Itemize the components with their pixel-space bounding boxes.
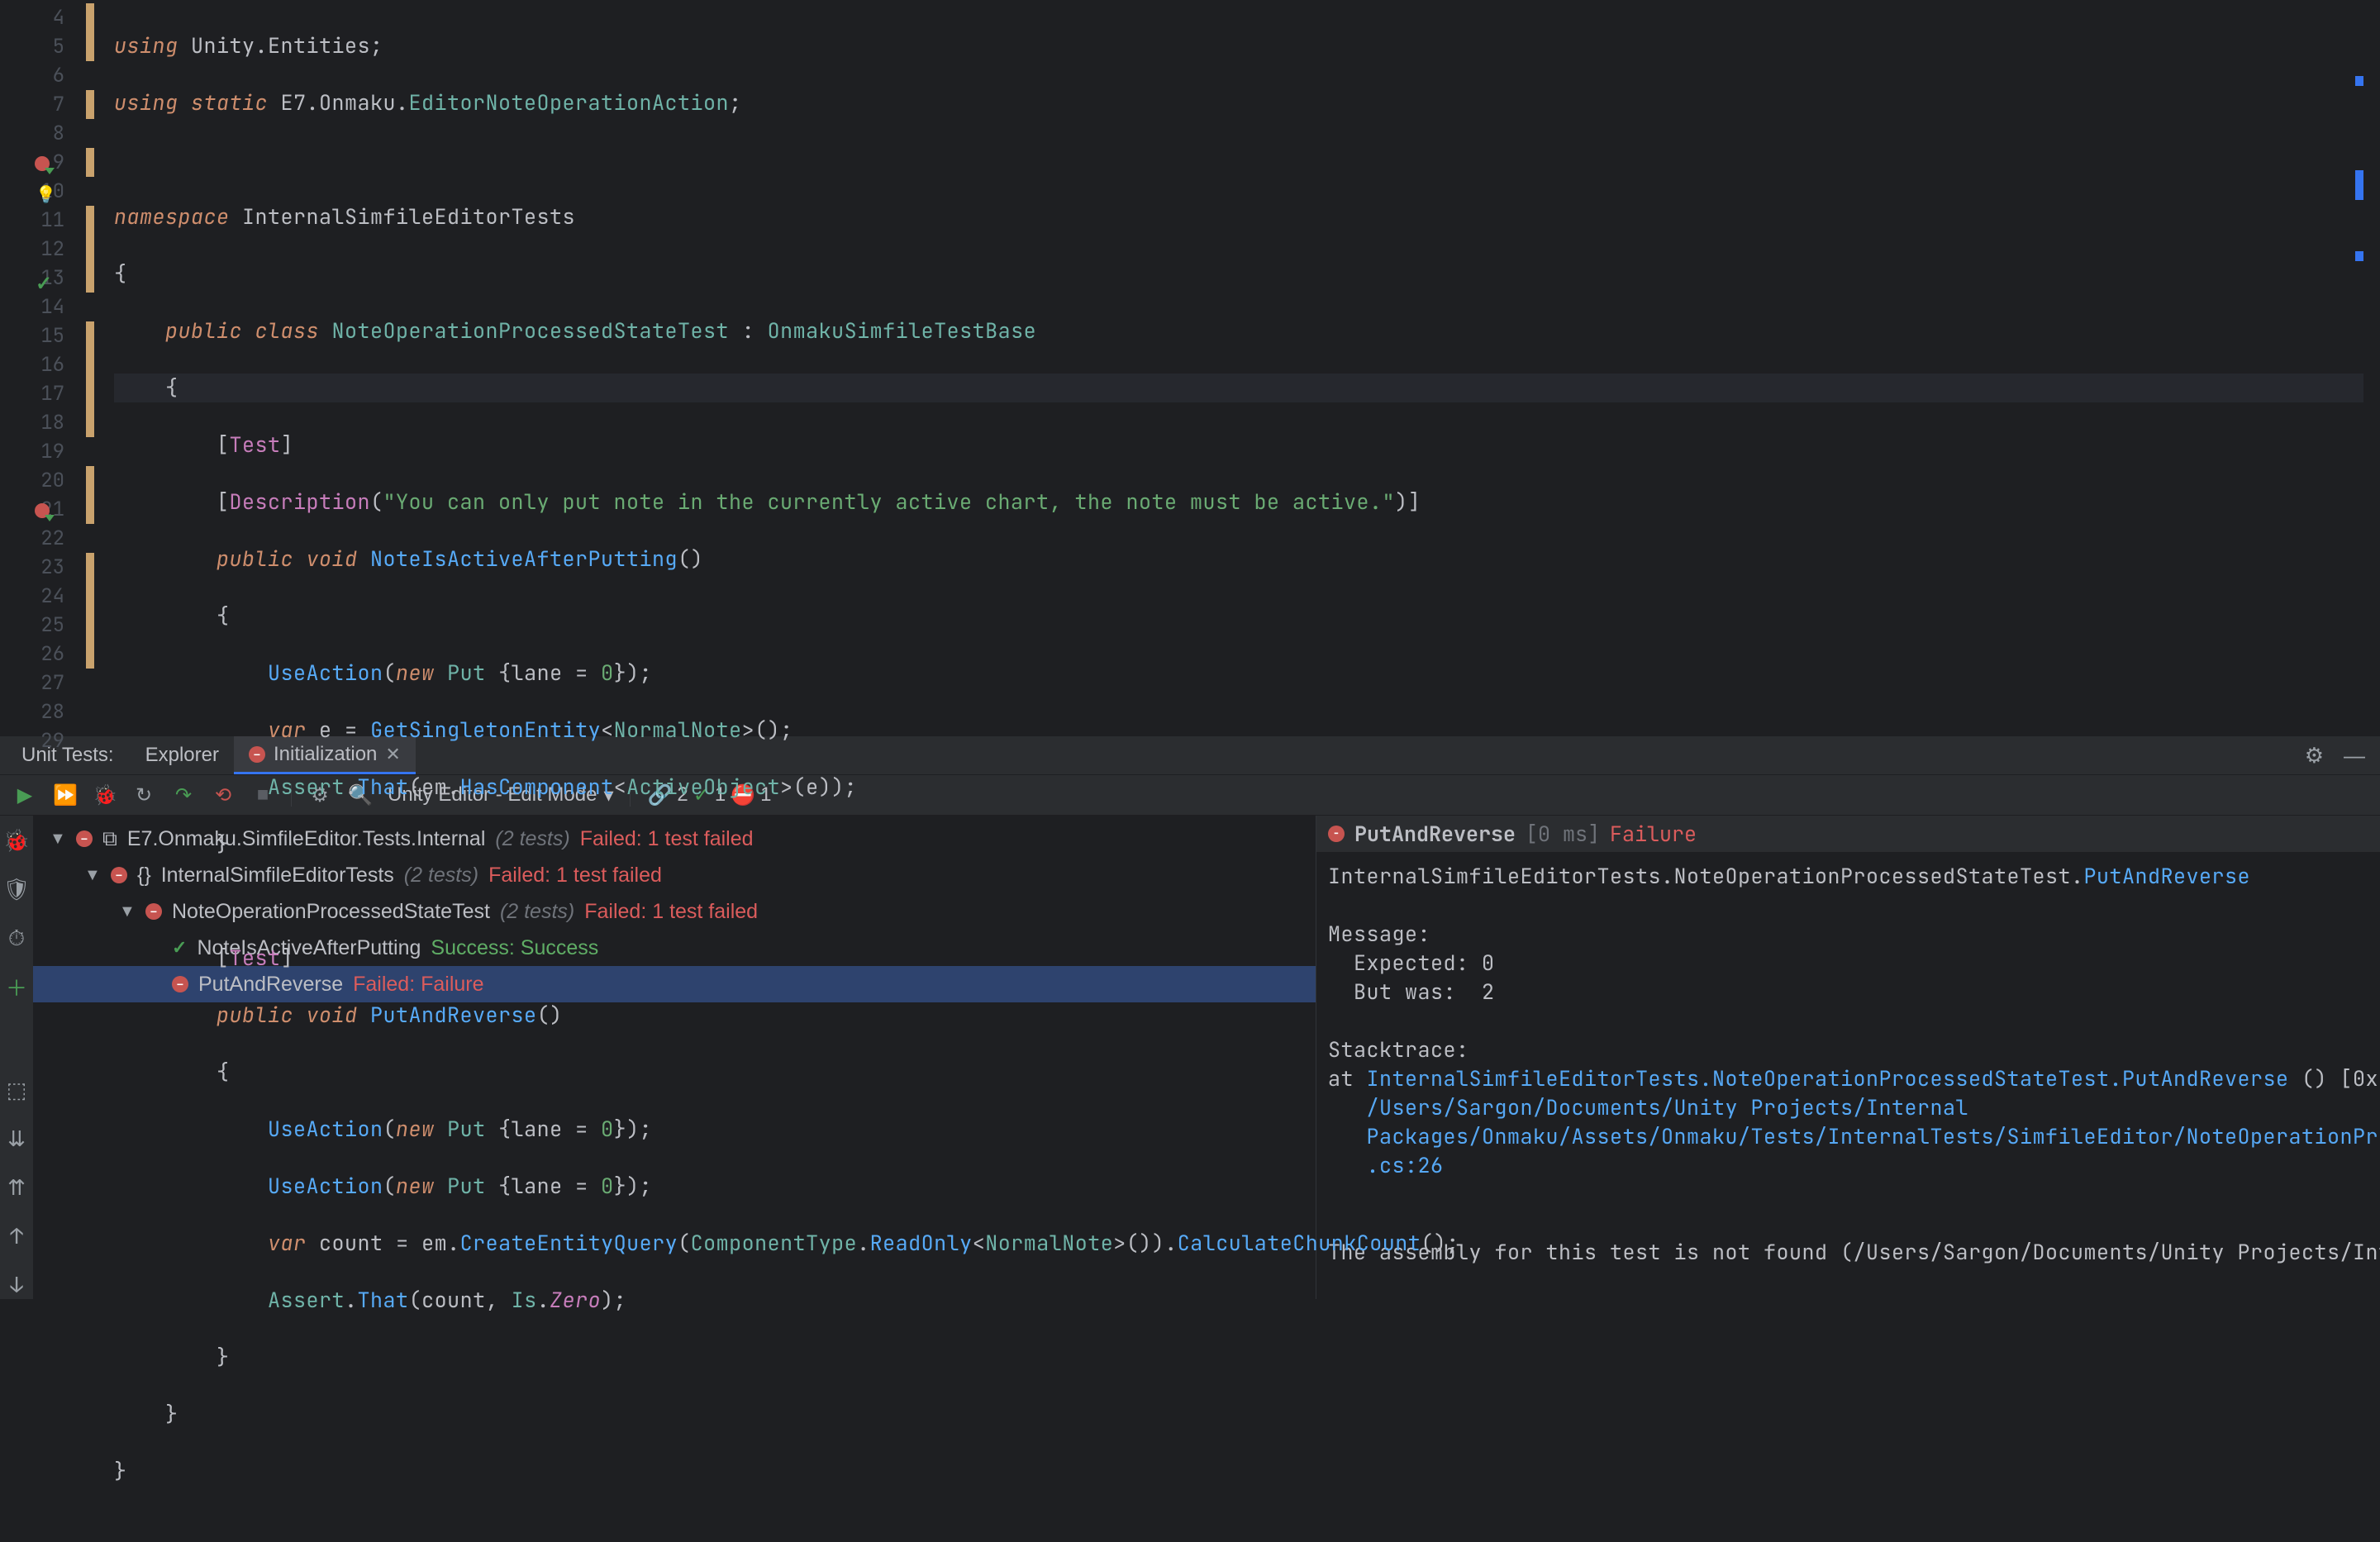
fail-icon: − <box>76 830 93 847</box>
bug-icon[interactable]: 🐞 <box>3 826 30 854</box>
code-content[interactable]: using Unity.Entities; using static E7.On… <box>114 0 2380 735</box>
test-pass-gutter-icon[interactable] <box>36 271 50 286</box>
expand-icon[interactable]: ⇊ <box>7 1124 26 1153</box>
plus-icon[interactable]: ＋ <box>6 972 27 1002</box>
chevron-down-icon[interactable]: ▼ <box>50 830 66 849</box>
shield-icon[interactable]: 🛡 <box>2 874 30 903</box>
breakpoint-icon[interactable] <box>35 503 50 518</box>
up-icon[interactable]: ↑ <box>10 1221 23 1250</box>
breakpoint-icon[interactable] <box>35 156 50 171</box>
collapse-icon[interactable]: ⇈ <box>7 1173 26 1202</box>
code-editor[interactable]: 4 5 6 7 8 9 10 11 12 13 14 15 16 17 18 1… <box>0 0 2380 735</box>
bulb-icon[interactable]: 💡 <box>36 183 56 205</box>
run-icon[interactable]: ▶ <box>13 783 36 807</box>
line-gutter: 4 5 6 7 8 9 10 11 12 13 14 15 16 17 18 1… <box>0 0 81 735</box>
run-all-icon[interactable]: ⏩ <box>53 783 76 807</box>
chevron-down-icon[interactable]: ▼ <box>84 866 101 885</box>
layout-icon[interactable]: ⬚ <box>7 1075 27 1104</box>
side-toolbar: 🐞 🛡 ⏱ ＋ ⬚ ⇊ ⇈ ↑ ↓ <box>0 816 33 1299</box>
debug-icon[interactable]: 🐞 <box>93 783 116 807</box>
editor-margin: 💡 <box>81 0 114 735</box>
down-icon[interactable]: ↓ <box>10 1270 23 1299</box>
stopwatch-icon[interactable]: ⏱ <box>8 923 25 952</box>
editor-scrollbar[interactable] <box>2363 0 2380 735</box>
